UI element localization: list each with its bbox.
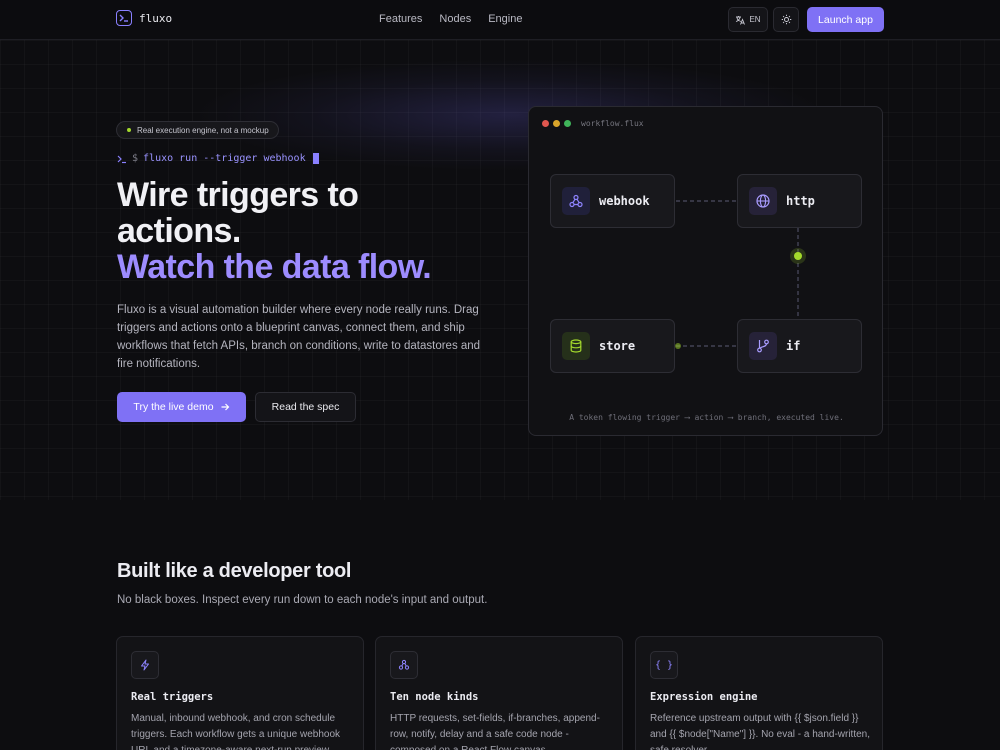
try-live-demo-button[interactable]: Try the live demo bbox=[117, 392, 246, 422]
node-label: if bbox=[786, 339, 801, 353]
node-if[interactable]: if bbox=[737, 319, 862, 373]
card-body: HTTP requests, set-fields, if-branches, … bbox=[390, 713, 600, 750]
node-store[interactable]: store bbox=[550, 319, 675, 373]
hero-lead: Fluxo is a visual automation builder whe… bbox=[117, 304, 481, 370]
nav-link-engine[interactable]: Engine bbox=[488, 13, 522, 25]
card-title: Real triggers bbox=[131, 691, 214, 703]
brand-name: fluxo bbox=[139, 11, 173, 25]
card-title: Expression engine bbox=[650, 691, 758, 703]
feature-card-expression-engine: { } Expression engine Reference upstream… bbox=[635, 636, 883, 750]
live-dot bbox=[127, 128, 131, 132]
arrow-right-icon bbox=[221, 403, 229, 411]
translate-icon bbox=[736, 15, 746, 25]
workflow-caption: A token flowing trigger ⟶ action ⟶ branc… bbox=[569, 413, 844, 422]
headline-line-2: actions. bbox=[117, 212, 241, 250]
terminal-icon bbox=[117, 155, 126, 163]
lightning-icon bbox=[131, 651, 159, 679]
card-body: Reference upstream output with {{ $json.… bbox=[650, 713, 871, 750]
database-icon bbox=[562, 332, 590, 360]
cli-snippet: $ fluxo run --trigger webhook bbox=[117, 153, 319, 164]
cli-prompt: $ bbox=[132, 153, 139, 164]
webhook-icon bbox=[562, 187, 590, 215]
workflow-connections bbox=[675, 200, 806, 349]
cli-cursor bbox=[312, 153, 319, 164]
try-live-demo-label: Try the live demo bbox=[133, 401, 214, 413]
language-label: EN bbox=[749, 15, 761, 24]
brand[interactable]: fluxo bbox=[116, 10, 172, 26]
logo-icon bbox=[116, 10, 132, 26]
nav-links: Features Nodes Engine bbox=[379, 13, 522, 25]
node-http[interactable]: http bbox=[737, 174, 862, 228]
theme-toggle-button[interactable] bbox=[773, 7, 799, 32]
headline-line-1: Wire triggers to bbox=[117, 176, 359, 214]
flowing-token bbox=[794, 252, 802, 260]
nav-link-nodes[interactable]: Nodes bbox=[439, 13, 471, 25]
node-label: store bbox=[599, 339, 636, 353]
nav-link-features[interactable]: Features bbox=[379, 13, 422, 25]
top-nav: fluxo Features Nodes Engine EN Launch ap… bbox=[0, 0, 1000, 40]
nodes-icon bbox=[390, 651, 418, 679]
cli-command: fluxo run --trigger webhook bbox=[143, 153, 306, 164]
headline-accent: Watch the data flow. bbox=[117, 248, 432, 286]
workflow-panel: workflow.flux webhook http store if A to… bbox=[528, 106, 883, 436]
features-title: Built like a developer tool bbox=[117, 560, 352, 582]
language-button[interactable]: EN bbox=[728, 7, 768, 32]
git-branch-icon bbox=[749, 332, 777, 360]
globe-icon bbox=[749, 187, 777, 215]
sun-icon bbox=[781, 14, 791, 25]
features-subtitle: No black boxes. Inspect every run down t… bbox=[117, 594, 488, 606]
braces-icon: { } bbox=[650, 651, 678, 679]
launch-app-button[interactable]: Launch app bbox=[807, 7, 884, 32]
hero-badge: Real execution engine, not a mockup bbox=[116, 121, 279, 139]
read-spec-button[interactable]: Read the spec bbox=[255, 392, 356, 422]
card-body: Manual, inbound webhook, and cron schedu… bbox=[131, 713, 341, 750]
hero-headline: Wire triggers to actions. Watch the data… bbox=[117, 176, 432, 286]
feature-card-real-triggers: Real triggers Manual, inbound webhook, a… bbox=[116, 636, 364, 750]
badge-text: Real execution engine, not a mockup bbox=[137, 125, 269, 135]
card-title: Ten node kinds bbox=[390, 691, 479, 703]
node-label: webhook bbox=[599, 194, 650, 208]
feature-card-node-kinds: Ten node kinds HTTP requests, set-fields… bbox=[375, 636, 623, 750]
node-webhook[interactable]: webhook bbox=[550, 174, 675, 228]
node-label: http bbox=[786, 194, 815, 208]
token-trail bbox=[675, 343, 681, 349]
